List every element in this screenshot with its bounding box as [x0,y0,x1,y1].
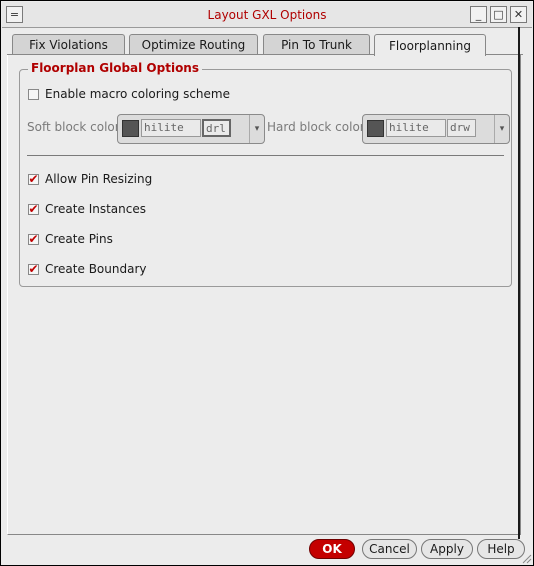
create-instances-label: Create Instances [45,202,146,216]
allow-pin-resizing-label: Allow Pin Resizing [45,172,153,186]
check-icon[interactable]: ✔ [28,233,39,245]
check-icon[interactable]: ✔ [28,173,39,185]
resize-grip-icon[interactable] [520,552,532,564]
soft-block-purpose-field: drl [202,119,231,137]
create-pins-row[interactable]: ✔ Create Pins [28,232,113,246]
hard-block-color-label: Hard block color [267,120,365,134]
tab-fix-violations[interactable]: Fix Violations [12,34,125,55]
window-edge [518,27,520,539]
soft-block-color-label: Soft block color [27,120,120,134]
separator [27,155,504,156]
create-boundary-label: Create Boundary [45,262,147,276]
create-instances-row[interactable]: ✔ Create Instances [28,202,146,216]
tab-floorplanning[interactable]: Floorplanning [374,34,486,56]
maximize-icon[interactable]: □ [490,6,507,23]
apply-button[interactable]: Apply [421,539,473,559]
dialog-window: = Layout GXL Options _ □ ✕ Fix Violation… [0,0,534,566]
soft-block-color-picker[interactable]: hilite drl ▾ [117,114,265,144]
cancel-button[interactable]: Cancel [362,539,417,559]
create-pins-label: Create Pins [45,232,113,246]
group-title: Floorplan Global Options [28,61,202,75]
check-icon[interactable]: ✔ [28,203,39,215]
create-boundary-row[interactable]: ✔ Create Boundary [28,262,146,276]
soft-block-swatch [122,120,139,137]
ok-button[interactable]: OK [309,539,355,559]
check-icon[interactable]: ✔ [28,263,39,275]
enable-macro-coloring-checkbox[interactable] [28,88,39,100]
hard-block-dropdown-icon[interactable]: ▾ [494,115,509,143]
minimize-icon[interactable]: _ [470,6,487,23]
hard-block-swatch [367,120,384,137]
allow-pin-resizing-row[interactable]: ✔ Allow Pin Resizing [28,172,152,186]
title-bar[interactable]: = Layout GXL Options _ □ ✕ [2,2,532,28]
tab-optimize-routing[interactable]: Optimize Routing [129,34,258,55]
soft-block-layer-field: hilite [141,119,201,137]
close-icon[interactable]: ✕ [510,6,527,23]
enable-macro-coloring-label: Enable macro coloring scheme [45,87,230,101]
help-button[interactable]: Help [477,539,525,559]
soft-block-dropdown-icon[interactable]: ▾ [249,115,264,143]
hard-block-purpose-field: drw [447,119,476,137]
tab-pin-to-trunk[interactable]: Pin To Trunk [263,34,370,55]
enable-macro-coloring-row[interactable]: Enable macro coloring scheme [28,87,230,101]
window-title: Layout GXL Options [207,8,327,22]
hard-block-color-picker[interactable]: hilite drw ▾ [362,114,510,144]
hard-block-layer-field: hilite [386,119,446,137]
